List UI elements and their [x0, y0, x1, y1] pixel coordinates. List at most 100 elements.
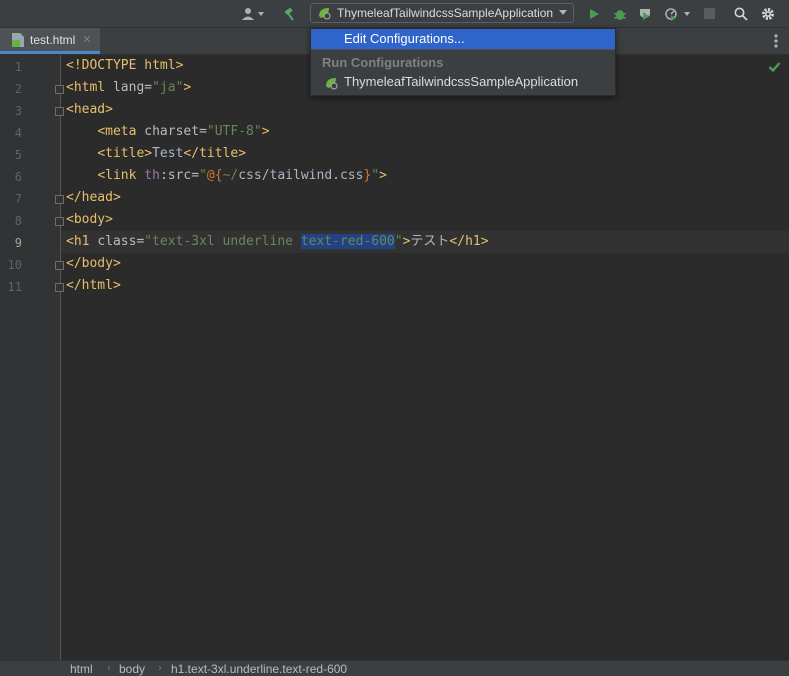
code-token: css/	[238, 168, 270, 183]
line-number: 10	[7, 258, 22, 272]
code-token: </body>	[66, 256, 121, 271]
tab-test-html[interactable]: test.html ✕	[0, 28, 100, 54]
code-token: </title>	[183, 146, 247, 161]
code-token: tailwind.css	[269, 168, 364, 183]
edit-configurations-item[interactable]: Edit Configurations...	[311, 29, 615, 49]
popup-divider	[311, 49, 615, 50]
code-token: class=	[97, 234, 145, 249]
chevron-down-icon	[684, 11, 690, 16]
code-token: </html>	[66, 278, 121, 293]
code-token: charset=	[144, 124, 207, 139]
code-line[interactable]: </html>	[61, 275, 789, 297]
code-line[interactable]: <title>Test</title>	[61, 143, 789, 165]
code-token: テスト	[410, 234, 450, 249]
line-number: 3	[14, 104, 22, 118]
breadcrumb-h1[interactable]: h1.text-3xl.underline.text-red-600	[171, 662, 347, 676]
code-line[interactable]: <h1 class="text-3xl underline text-red-6…	[61, 231, 789, 253]
code-token: :src=	[159, 168, 200, 183]
code-token: th	[144, 168, 160, 183]
line-number: 11	[7, 280, 22, 294]
hammer-icon	[284, 7, 294, 21]
edit-configurations-label: Edit Configurations...	[344, 31, 465, 46]
line-number: 8	[14, 214, 22, 228]
chevron-right-icon: ›	[107, 663, 111, 674]
line-number: 4	[14, 126, 22, 140]
code-token: ~/	[222, 168, 239, 183]
code-token: <meta	[97, 124, 145, 139]
line-number-current: 9	[14, 236, 22, 250]
breadcrumb-body[interactable]: body	[119, 662, 145, 676]
run-configuration-popup: Edit Configurations... Run Configuration…	[310, 28, 616, 96]
line-number: 7	[14, 192, 22, 206]
run-configuration-item-label: ThymeleafTailwindcssSampleApplication	[344, 74, 579, 89]
more-vertical-icon	[774, 34, 778, 48]
run-configuration-item[interactable]: ThymeleafTailwindcssSampleApplication	[311, 73, 615, 93]
run-configuration-label: ThymeleafTailwindcssSampleApplication	[337, 6, 554, 20]
spring-boot-icon	[326, 78, 338, 90]
user-icon	[241, 7, 254, 20]
run-button[interactable]	[586, 0, 602, 27]
code-editor[interactable]: <!DOCTYPE html> <html lang="ja" > <head> <m…	[61, 55, 789, 660]
user-menu-button[interactable]	[238, 0, 266, 27]
code-token: @{	[206, 168, 223, 183]
code-token: <link	[97, 168, 145, 183]
settings-button[interactable]	[759, 0, 777, 27]
code-token: <title>	[97, 146, 153, 161]
code-line[interactable]: </head>	[61, 187, 789, 209]
code-token: >	[379, 168, 387, 183]
breadcrumb-html[interactable]: html	[70, 662, 93, 676]
code-token: >	[261, 124, 270, 139]
code-token: "ja"	[152, 80, 184, 95]
chevron-right-icon: ›	[158, 663, 162, 674]
code-line[interactable]: <head>	[61, 99, 789, 121]
code-token: Test	[152, 146, 184, 161]
editor-gutter[interactable]: 1 2 3 4 5 6 7 8 9 10 11	[0, 55, 64, 660]
code-token: <head>	[66, 102, 113, 117]
stop-button[interactable]	[702, 0, 716, 27]
code-token: "	[394, 234, 403, 249]
code-token: lang=	[112, 80, 153, 95]
build-button[interactable]	[280, 0, 300, 27]
code-line[interactable]: </body>	[61, 253, 789, 275]
search-icon	[734, 7, 748, 21]
main-toolbar: ThymeleafTailwindcssSampleApplication	[0, 0, 789, 28]
code-token: "	[199, 168, 207, 183]
code-token: <body>	[66, 212, 113, 227]
code-line[interactable]: <meta charset="UTF-8">	[61, 121, 789, 143]
search-everywhere-button[interactable]	[732, 0, 750, 27]
stop-icon	[703, 8, 715, 19]
profile-button[interactable]	[660, 0, 694, 27]
chevron-down-icon	[559, 10, 567, 15]
line-number: 6	[14, 170, 22, 184]
run-configurations-heading: Run Configurations	[322, 55, 444, 70]
breadcrumb-bar: html › body › h1.text-3xl.underline.text…	[0, 660, 789, 676]
debug-button[interactable]	[611, 0, 629, 27]
run-configuration-dropdown[interactable]: ThymeleafTailwindcssSampleApplication	[310, 3, 574, 23]
code-token: text-red-600	[300, 234, 395, 249]
code-token: "text-3xl underline	[144, 234, 301, 249]
code-line[interactable]: <link th:src="@{~/css/tailwind.css}">	[61, 165, 789, 187]
html-file-icon	[12, 32, 24, 47]
code-token: <!DOCTYPE html>	[66, 58, 184, 73]
code-line[interactable]: <body>	[61, 209, 789, 231]
code-token: <html	[66, 80, 113, 95]
gear-icon	[762, 7, 774, 20]
debug-icon	[614, 9, 626, 20]
tab-options-button[interactable]	[770, 33, 782, 49]
code-token: "UTF-8"	[206, 124, 262, 139]
line-number: 5	[14, 148, 22, 162]
chevron-down-icon	[257, 11, 264, 16]
code-token: <h1	[66, 234, 98, 249]
checkmark-icon	[768, 62, 781, 73]
coverage-button[interactable]	[636, 0, 654, 27]
line-number: 1	[14, 60, 22, 74]
code-token: </head>	[66, 190, 121, 205]
profile-icon	[665, 7, 677, 21]
code-token: </h1>	[449, 234, 489, 249]
code-token: "	[371, 168, 380, 183]
close-icon[interactable]: ✕	[82, 33, 91, 46]
coverage-icon	[640, 8, 650, 20]
